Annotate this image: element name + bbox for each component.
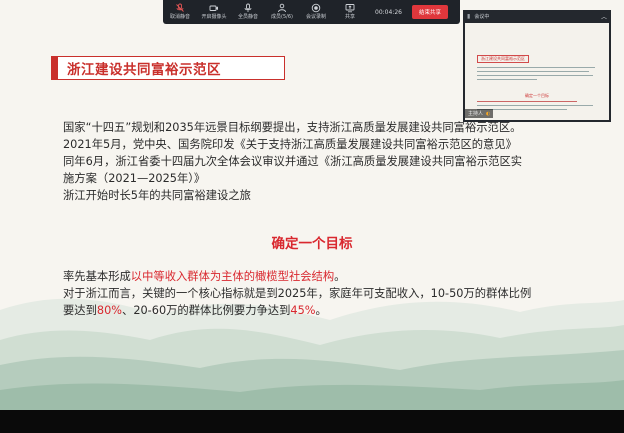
record-icon: [311, 3, 321, 13]
goal-suffix: 。: [334, 270, 346, 283]
share-label: 共享: [344, 14, 355, 20]
record-label: 会议录制: [305, 14, 326, 20]
microphone-off-icon: [176, 3, 184, 12]
meeting-timer: 00:04:26: [375, 8, 402, 16]
intro-paragraph: 国家“十四五”规划和2035年远景目标纲要提出，支持浙江高质量发展建设共同富裕示…: [63, 119, 583, 204]
slide-title: 浙江建设共同富裕示范区: [67, 62, 221, 78]
thumbnail-text-line: [477, 105, 593, 107]
goal-prefix: 率先基本形成: [63, 270, 131, 283]
thumbnail-text-line: [477, 71, 589, 73]
share-screen-icon: [345, 4, 355, 13]
detail-line-1: 对于浙江而言，关键的一个核心指标就是到2025年，家庭年可支配收入，10-50万…: [63, 287, 532, 300]
goal-highlight: 以中等收入群体为主体的橄榄型社会结构: [130, 270, 335, 283]
bottom-bar: [0, 410, 624, 433]
unmute-button[interactable]: 取消静音: [163, 0, 197, 24]
thumbnail-text-line: [477, 75, 593, 77]
mute-all-label: 全员静音: [237, 14, 258, 20]
start-camera-label: 开启摄像头: [201, 14, 227, 20]
speaker-icon: ◐: [486, 110, 491, 117]
start-camera-button[interactable]: 开启摄像头: [197, 0, 231, 24]
panel-title: 会议中: [474, 13, 490, 20]
thumbnail-text-line: [477, 101, 577, 103]
intro-line: 施方案（2021—2025年）》: [63, 172, 206, 185]
detail-text: 。: [315, 304, 327, 317]
panel-header: ▮ 会议中 ︿: [463, 10, 611, 22]
detail-line-2: 要达到80%、20-60万的群体比例要力争达到45%。: [63, 302, 583, 319]
unmute-label: 取消静音: [169, 14, 190, 20]
chevron-up-icon[interactable]: ︿: [601, 12, 607, 21]
members-icon: [278, 3, 286, 13]
signal-icon: ▮: [467, 12, 471, 20]
pct-45: 45%: [290, 304, 316, 317]
record-button[interactable]: 会议录制: [299, 0, 333, 24]
host-label: 主持人: [468, 111, 484, 117]
detail-text: 要达到: [63, 304, 97, 317]
host-tag: 主持人 ◐: [465, 109, 494, 118]
mountain-background: [0, 298, 624, 410]
goal-paragraph: 率先基本形成以中等收入群体为主体的橄榄型社会结构。 对于浙江而言，关键的一个核心…: [63, 268, 583, 319]
goal-line: 率先基本形成以中等收入群体为主体的橄榄型社会结构。: [63, 268, 583, 285]
video-panel: ▮ 会议中 ︿ 浙江建设共同富裕示范区 确定一个目标 主持人 ◐: [463, 10, 611, 122]
slide-title-box: 浙江建设共同富裕示范区: [51, 56, 285, 80]
share-button[interactable]: 共享: [333, 0, 367, 24]
intro-line: 浙江开始时长5年的共同富裕建设之旅: [63, 189, 251, 202]
pct-80: 80%: [96, 304, 123, 317]
slide-thumbnail[interactable]: 浙江建设共同富裕示范区 确定一个目标: [465, 23, 609, 120]
thumbnail-title: 浙江建设共同富裕示范区: [477, 55, 529, 63]
section-heading: 确定一个目标: [271, 236, 353, 252]
title-accent-bar: [52, 57, 58, 79]
intro-line: 同年6月，浙江省委十四届九次全体会议审议并通过《浙江高质量发展建设共同富裕示范区…: [63, 155, 523, 168]
camera-icon: [209, 5, 218, 11]
mute-all-button[interactable]: 全员静音: [231, 0, 265, 24]
end-share-button[interactable]: 结束共享: [411, 5, 448, 19]
detail-text: 、20-60万的群体比例要力争达到: [122, 304, 291, 317]
thumbnail-text-line: [477, 67, 595, 69]
thumbnail-text-line: [477, 79, 537, 81]
thumbnail-subheading: 确定一个目标: [525, 93, 549, 98]
members-label: 成员(5/6): [271, 14, 293, 20]
meeting-toolbar: 取消静音 开启摄像头 全员静音 成员(5/6) 会议录制 共享 00:04:26…: [163, 0, 460, 24]
members-button[interactable]: 成员(5/6): [265, 0, 299, 24]
mute-all-icon: [244, 3, 252, 12]
intro-line: 2021年5月，党中央、国务院印发《关于支持浙江高质量发展建设共同富裕示范区的意…: [63, 138, 517, 151]
